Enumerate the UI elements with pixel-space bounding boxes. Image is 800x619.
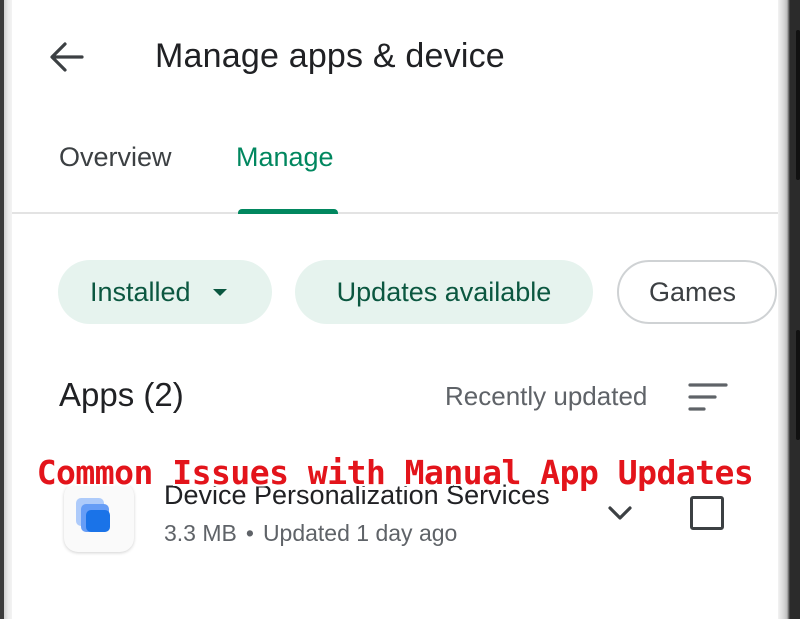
arrow-back-icon (50, 42, 84, 72)
app-bar: Manage apps & device (12, 0, 778, 118)
meta-separator: • (245, 520, 254, 546)
screen: Manage apps & device Overview Manage Ins… (12, 0, 778, 619)
apps-count-heading: Apps (2) (59, 376, 184, 413)
page-title: Manage apps & device (155, 37, 505, 75)
back-button[interactable] (42, 32, 92, 82)
filter-chip-label: Installed (90, 276, 191, 307)
device-personalization-app-icon (64, 482, 134, 552)
app-updated: Updated 1 day ago (262, 520, 458, 546)
app-select-checkbox[interactable] (690, 496, 724, 530)
filter-chip-label: Updates available (336, 276, 552, 307)
active-tab-indicator (238, 209, 338, 214)
device-side-button (796, 330, 800, 440)
app-meta: 3.3 MB • Updated 1 day ago (164, 520, 457, 547)
dropdown-arrow-icon (212, 288, 227, 296)
sort-icon[interactable] (688, 380, 728, 414)
tab-overview[interactable]: Overview (59, 142, 172, 173)
app-size: 3.3 MB (164, 520, 237, 546)
filter-chip-installed[interactable]: Installed (58, 260, 272, 324)
chevron-down-icon[interactable] (600, 498, 640, 528)
app-list-item[interactable]: Device Personalization Services 3.3 MB • U… (12, 462, 778, 572)
tab-bar: Overview Manage (12, 118, 778, 214)
device-frame-left (0, 0, 12, 619)
tab-manage[interactable]: Manage (236, 142, 334, 173)
device-side-button (796, 30, 800, 180)
filter-chip-label: Games (649, 276, 737, 307)
filter-chip-updates-available[interactable]: Updates available (295, 260, 593, 324)
filter-chip-games[interactable]: Games (617, 260, 777, 324)
app-name: Device Personalization Services (164, 480, 550, 510)
sort-button-label[interactable]: Recently updated (445, 381, 647, 412)
